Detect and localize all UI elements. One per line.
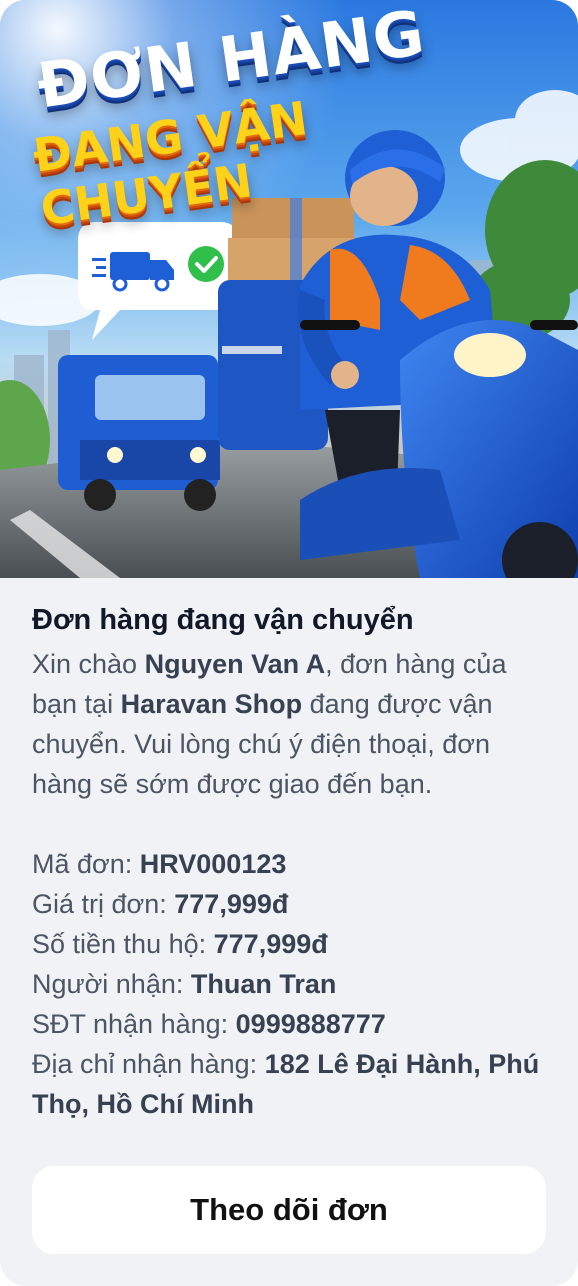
notification-title: Đơn hàng đang vận chuyển bbox=[32, 604, 414, 636]
check-circle-icon bbox=[188, 246, 224, 282]
cod-amount-value: 777,999đ bbox=[213, 929, 328, 959]
notification-message: Xin chào Nguyen Van A, đơn hàng của bạn … bbox=[32, 644, 552, 804]
address-label: Địa chỉ nhận hàng: bbox=[32, 1049, 265, 1079]
recipient-row: Người nhận: Thuan Tran bbox=[32, 964, 552, 1004]
shipping-banner: ĐƠN HÀNG ĐANG VẬN CHUYỂN bbox=[0, 0, 578, 578]
order-code-label: Mã đơn: bbox=[32, 849, 140, 879]
order-value-value: 777,999đ bbox=[174, 889, 289, 919]
order-value-row: Giá trị đơn: 777,999đ bbox=[32, 884, 552, 924]
phone-row: SĐT nhận hàng: 0999888777 bbox=[32, 1004, 552, 1044]
recipient-label: Người nhận: bbox=[32, 969, 191, 999]
cod-amount-row: Số tiền thu hộ: 777,999đ bbox=[32, 924, 552, 964]
order-code-value: HRV000123 bbox=[139, 849, 287, 879]
phone-value: 0999888777 bbox=[235, 1009, 386, 1039]
customer-name: Nguyen Van A bbox=[144, 649, 326, 679]
cod-amount-label: Số tiền thu hộ: bbox=[32, 929, 214, 959]
truck-illustration bbox=[58, 355, 220, 511]
order-value-label: Giá trị đơn: bbox=[32, 889, 175, 919]
notification-card: ĐƠN HÀNG ĐANG VẬN CHUYỂN Đơn hàng đang v… bbox=[0, 0, 578, 1286]
address-row: Địa chỉ nhận hàng: 182 Lê Đại Hành, Phú … bbox=[32, 1044, 552, 1124]
track-order-button[interactable]: Theo dõi đơn bbox=[32, 1166, 546, 1254]
notification-content: Đơn hàng đang vận chuyển Xin chào Nguyen… bbox=[32, 600, 552, 1124]
recipient-value: Thuan Tran bbox=[190, 969, 337, 999]
order-code-row: Mã đơn: HRV000123 bbox=[32, 844, 552, 884]
banner-headline: ĐƠN HÀNG ĐANG VẬN CHUYỂN bbox=[11, 0, 463, 236]
phone-label: SĐT nhận hàng: bbox=[32, 1009, 236, 1039]
order-details: Mã đơn: HRV000123 Giá trị đơn: 777,999đ … bbox=[32, 844, 552, 1124]
shop-name: Haravan Shop bbox=[120, 689, 303, 719]
greeting-prefix: Xin chào bbox=[32, 649, 145, 679]
